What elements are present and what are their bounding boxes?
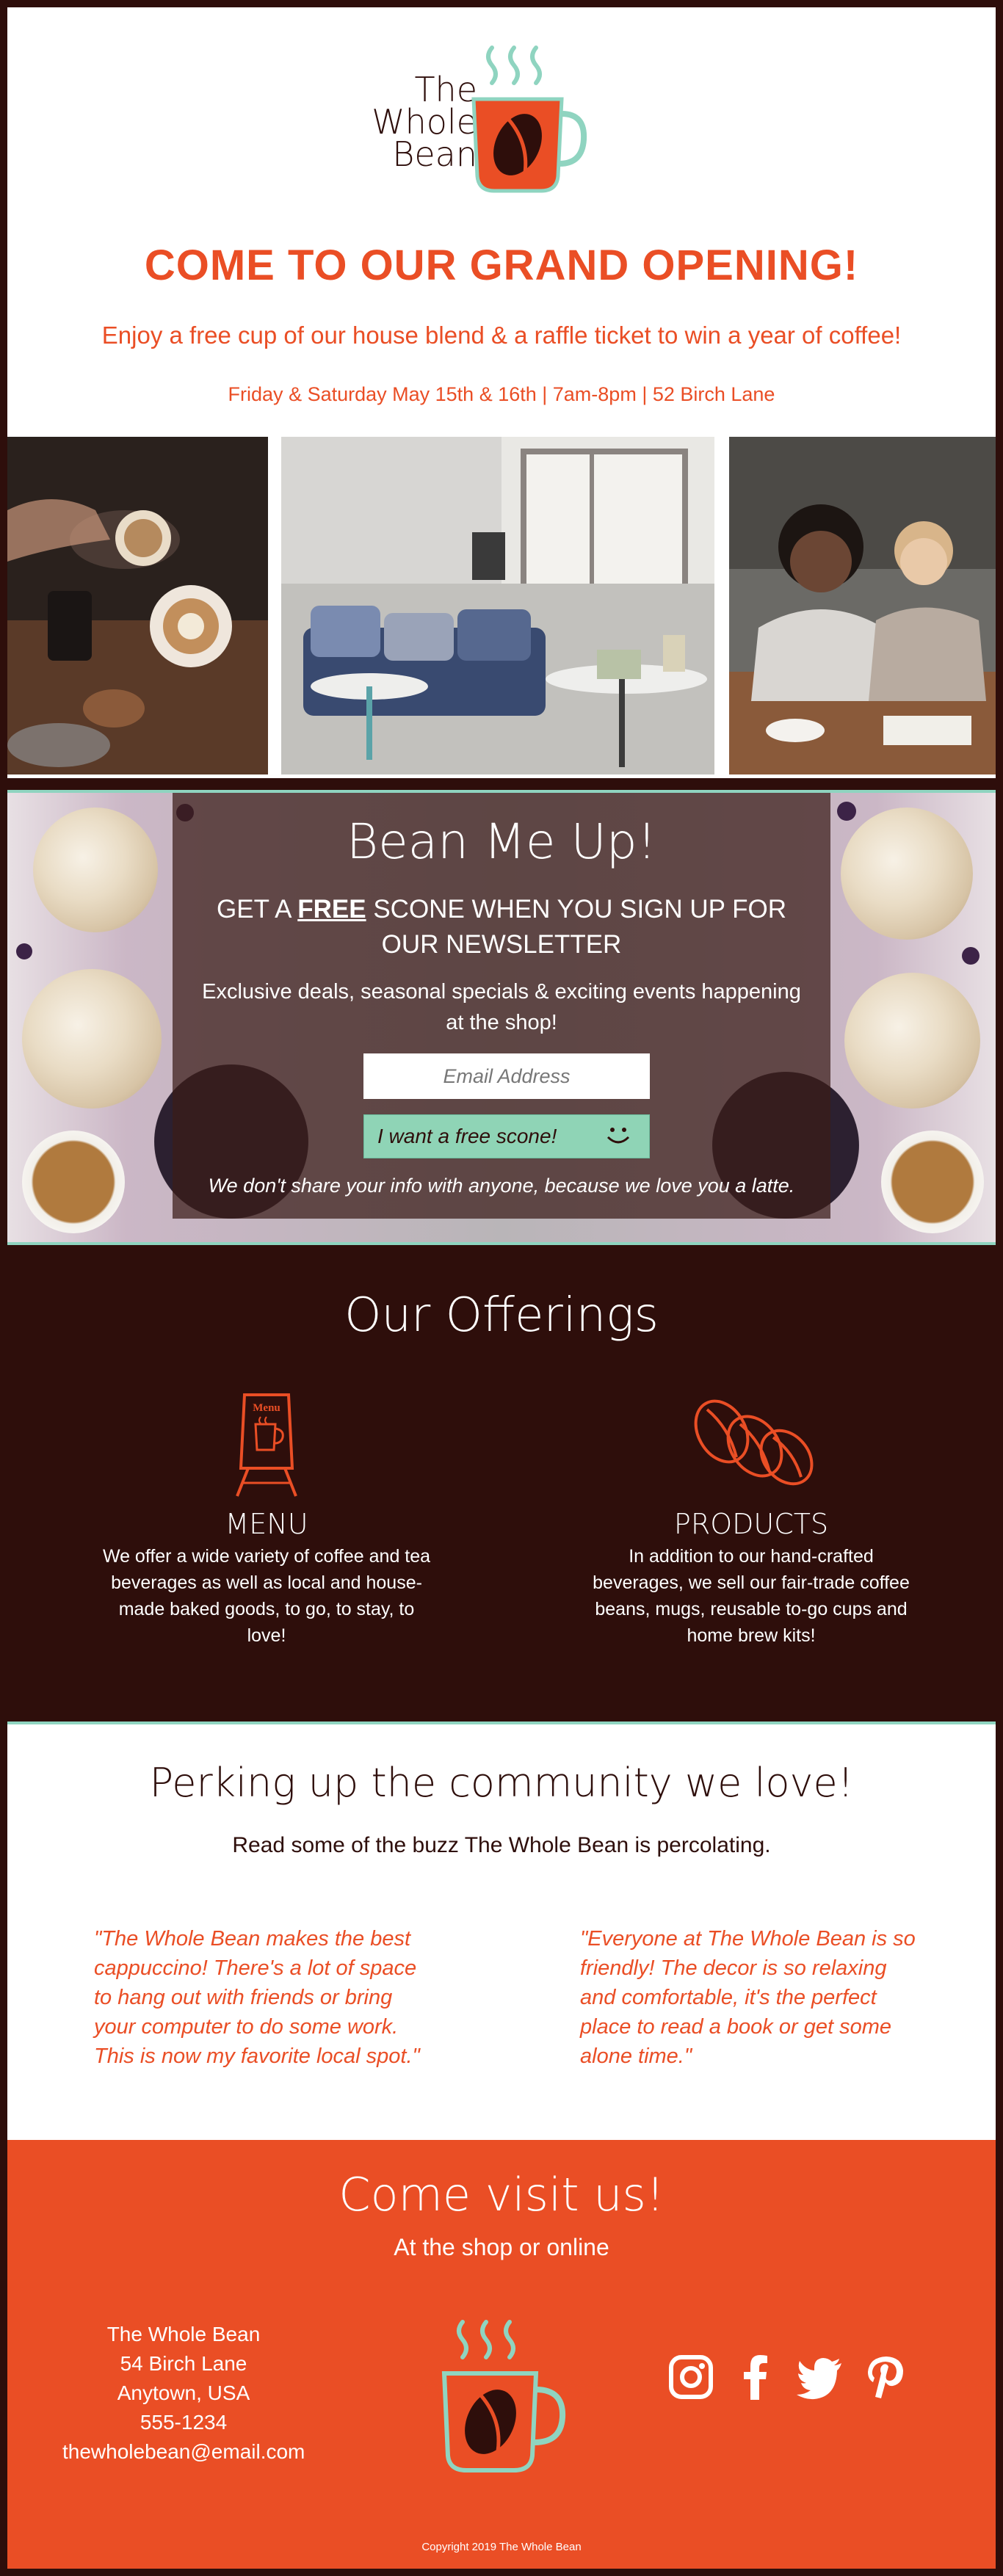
footer-title: Come visit us! [338,2168,665,2221]
newsletter-section: Bean Me Up! GET A FREE SCONE WHEN YOU SI… [7,790,996,1245]
coffee-cup-image [881,1131,984,1233]
coffee-mug-icon [441,2320,566,2472]
brand-line-1: The [414,70,477,109]
offering-name: PRODUCTS [673,1508,829,1540]
menu-icon-text: Menu [253,1402,280,1414]
offering-description: We offer a wide variety of coffee and te… [102,1546,431,1646]
address-street: 54 Birch Lane [120,2352,247,2375]
testimonial-quote: "Everyone at The Whole Bean is so friend… [580,1927,916,2068]
newsletter-headline: GET A FREE SCONE WHEN YOU SIGN UP FOR OU… [195,892,808,962]
offering-description: In addition to our hand-crafted beverage… [593,1546,910,1646]
scone-image [22,969,162,1109]
footer-subtitle: At the shop or online [394,2234,609,2260]
testimonial-quote: "The Whole Bean makes the best cappuccin… [94,1927,420,2068]
offerings-title: Our Offerings [344,1288,659,1343]
newsletter-title: Bean Me Up! [346,813,657,870]
scone-image [33,808,158,932]
community-title: Perking up the community we love! [149,1760,854,1806]
pinterest-icon[interactable] [861,2353,909,2401]
header-section: The Whole Bean COME TO OUR GRAND OPENING… [7,7,996,437]
scone-image [844,973,980,1109]
coffee-cup-image [22,1131,125,1233]
email-field[interactable] [363,1053,650,1099]
coffee-mug-icon [471,46,587,193]
berry [962,947,980,965]
offerings-section: Our Offerings Menu MENU We offer a wide … [7,1248,996,1721]
photo-interior [281,437,714,774]
address-city: Anytown, USA [117,2381,250,2404]
brand-line-3: Bean [392,134,477,174]
brand-line-2: Whole [372,102,477,142]
menu-board-icon: Menu [236,1393,297,1497]
free-scone-button[interactable]: I want a free scone! [363,1114,650,1158]
privacy-note: We don't share your info with anyone, be… [208,1175,795,1197]
social-links [667,2353,916,2412]
copyright: Copyright 2019 The Whole Bean [421,2541,582,2553]
community-subtitle: Read some of the buzz The Whole Bean is … [232,1833,771,1857]
brand-logo[interactable]: The Whole Bean [330,40,595,202]
page-title: COME TO OUR GRAND OPENING! [144,242,859,289]
berry [16,943,32,959]
newsletter-panel: Bean Me Up! GET A FREE SCONE WHEN YOU SI… [173,793,830,1219]
offering-products[interactable]: PRODUCTS In addition to our hand-crafted… [582,1387,920,1649]
coffee-beans-icon [694,1399,814,1486]
event-details: Friday & Saturday May 15th & 16th | 7am-… [228,383,775,405]
offering-name: MENU [225,1508,308,1540]
photo-coffee-cups [7,437,268,774]
photo-friends [729,437,996,774]
community-section: Perking up the community we love! Read s… [7,1721,996,2140]
twitter-icon[interactable] [796,2353,844,2401]
headline-suffix: SCONE WHEN YOU SIGN UP FOR OUR NEWSLETTE… [366,895,786,959]
free-scone-button-label: I want a free scone! [377,1125,557,1147]
email-page: The Whole Bean COME TO OUR GRAND OPENING… [7,7,996,2569]
instagram-icon[interactable] [667,2353,715,2401]
facebook-icon[interactable] [731,2353,780,2401]
address-phone[interactable]: 555-1234 [62,2408,305,2437]
footer-section: Come visit us! At the shop or online The… [7,2140,996,2569]
headline-prefix: GET A [217,895,298,924]
scone-image [841,808,973,940]
offering-menu[interactable]: Menu MENU We offer a wide variety of cof… [98,1387,435,1649]
hero-subtitle: Enjoy a free cup of our house blend & a … [101,322,902,349]
photo-strip [7,437,996,778]
berry [837,802,856,821]
contact-address: The Whole Bean 54 Birch Lane Anytown, US… [62,2320,305,2467]
smile-icon [606,1128,630,1144]
address-email[interactable]: thewholebean@email.com [62,2437,305,2467]
newsletter-description: Exclusive deals, seasonal specials & exc… [202,980,801,1034]
brand-wordmark: The Whole Bean [330,70,477,174]
headline-free: FREE [297,895,366,924]
address-name: The Whole Bean [106,2323,261,2345]
